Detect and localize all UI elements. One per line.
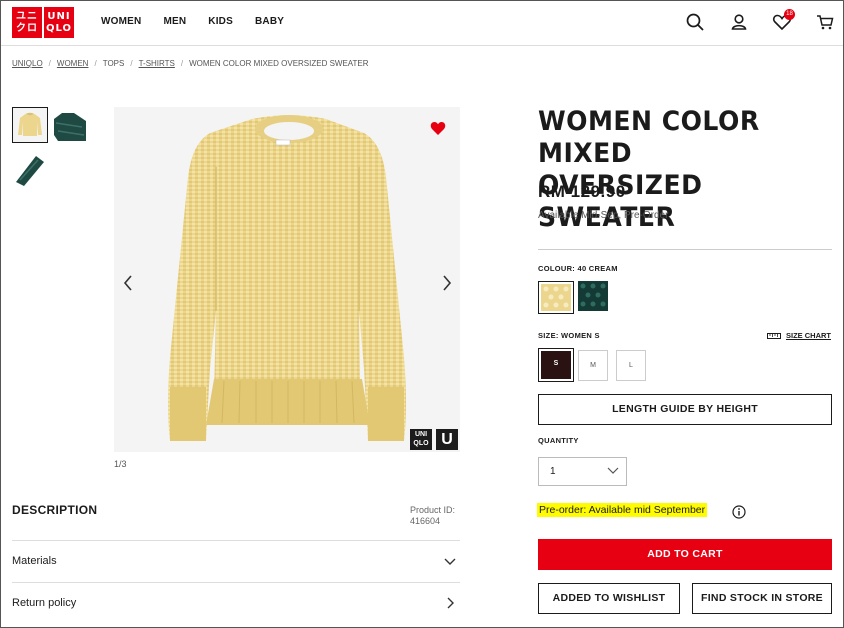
logo-text-2: クロ bbox=[16, 22, 38, 34]
chevron-right-icon[interactable] bbox=[444, 597, 456, 609]
user-icon[interactable] bbox=[729, 12, 749, 32]
breadcrumb: UNIQLO / WOMEN / TOPS / T-SHIRTS / WOMEN… bbox=[12, 59, 369, 68]
availability-text: Available Mid-Sep, Pre-Order bbox=[538, 210, 669, 221]
logo-katakana: ユニ クロ bbox=[12, 7, 42, 38]
breadcrumb-women[interactable]: WOMEN bbox=[57, 59, 89, 68]
product-id-label: Product ID: bbox=[410, 505, 456, 515]
thumbnail-1[interactable] bbox=[12, 107, 48, 143]
carousel-next-icon[interactable] bbox=[441, 274, 453, 292]
colour-label: COLOUR: 40 CREAM bbox=[538, 264, 618, 273]
cream-swatch-image bbox=[541, 284, 571, 311]
nav-men[interactable]: MEN bbox=[163, 16, 186, 27]
divider bbox=[12, 582, 460, 583]
description-title: DESCRIPTION bbox=[12, 503, 98, 517]
green-swatch-image bbox=[578, 281, 608, 311]
product-title-line-2: OVERSIZED SWEATER bbox=[538, 170, 703, 233]
nav-kids[interactable]: KIDS bbox=[208, 16, 233, 27]
wishlist-count-badge: 18 bbox=[784, 9, 795, 20]
quantity-label: QUANTITY bbox=[538, 436, 579, 445]
size-label: SIZE: WOMEN S bbox=[538, 331, 600, 340]
breadcrumb-tshirts[interactable]: T-SHIRTS bbox=[139, 59, 175, 68]
sweater-image bbox=[168, 115, 406, 441]
breadcrumb-uniqlo[interactable]: UNIQLO bbox=[12, 59, 43, 68]
uniqlo-u-logo-badge: UNI QLO bbox=[410, 429, 432, 450]
size-option-l[interactable]: L bbox=[616, 350, 646, 381]
ruler-icon bbox=[767, 332, 781, 339]
size-chart-link[interactable]: SIZE CHART bbox=[767, 331, 831, 340]
product-price: RM 129.90 bbox=[538, 182, 626, 201]
add-to-cart-button[interactable]: ADD TO CART bbox=[538, 539, 832, 570]
colour-swatch-green[interactable] bbox=[578, 281, 614, 314]
breadcrumb-tops: TOPS bbox=[102, 59, 125, 68]
nav-baby[interactable]: BABY bbox=[255, 16, 284, 27]
breadcrumb-separator: / bbox=[94, 59, 97, 68]
size-option-s[interactable]: S bbox=[538, 348, 574, 382]
main-nav: WOMEN MEN KIDS BABY bbox=[101, 16, 306, 27]
size-chart-label: SIZE CHART bbox=[786, 331, 831, 340]
size-option-label: S bbox=[541, 351, 571, 379]
thumbnail-3[interactable] bbox=[12, 152, 48, 188]
logo-text-3: UNI bbox=[47, 10, 71, 22]
breadcrumb-separator: / bbox=[130, 59, 133, 68]
sweater-thumbnail-image bbox=[13, 108, 47, 142]
logo-latin: UNI QLO bbox=[44, 7, 74, 38]
find-stock-button[interactable]: FIND STOCK IN STORE bbox=[692, 583, 832, 614]
u-brand-badge: U bbox=[436, 429, 458, 450]
logo-text-1: ユニ bbox=[16, 10, 38, 22]
accordion-materials[interactable]: Materials bbox=[12, 555, 57, 567]
logo-text-4: QLO bbox=[45, 22, 73, 34]
cart-icon[interactable] bbox=[815, 12, 835, 32]
sweater-sleeve-thumbnail-image bbox=[12, 152, 48, 188]
product-id-value: 416604 bbox=[410, 516, 441, 526]
badge-small-text: UNI QLO bbox=[413, 431, 429, 447]
length-guide-button[interactable]: LENGTH GUIDE BY HEIGHT bbox=[538, 394, 832, 425]
breadcrumb-separator: / bbox=[180, 59, 184, 68]
divider bbox=[538, 249, 832, 250]
breadcrumb-separator: / bbox=[48, 59, 51, 68]
sweater-green-thumbnail-image bbox=[52, 107, 88, 143]
carousel-prev-icon[interactable] bbox=[122, 274, 134, 292]
quantity-value: 1 bbox=[550, 466, 556, 477]
chevron-down-icon bbox=[607, 467, 619, 474]
divider bbox=[12, 540, 460, 541]
preorder-notice: Pre-order: Available mid September bbox=[537, 503, 708, 517]
accordion-return-policy[interactable]: Return policy bbox=[12, 597, 76, 609]
nav-women[interactable]: WOMEN bbox=[101, 16, 141, 27]
size-option-m[interactable]: M bbox=[578, 350, 608, 381]
search-icon[interactable] bbox=[685, 12, 705, 32]
product-main-image bbox=[114, 107, 460, 452]
image-counter: 1/3 bbox=[114, 459, 127, 469]
product-title-line-1: WOMEN COLOR MIXED bbox=[538, 106, 760, 169]
breadcrumb-current: WOMEN COLOR MIXED OVERSIZED SWEATER bbox=[189, 59, 369, 68]
chevron-down-icon[interactable] bbox=[444, 555, 456, 567]
colour-swatch-cream[interactable] bbox=[538, 281, 574, 314]
favorite-heart-icon[interactable] bbox=[430, 121, 446, 136]
wishlist-button[interactable]: ADDED TO WISHLIST bbox=[538, 583, 680, 614]
thumbnail-2[interactable] bbox=[52, 107, 88, 143]
info-icon[interactable] bbox=[732, 505, 746, 519]
uniqlo-logo[interactable]: ユニ クロ UNI QLO bbox=[12, 7, 74, 38]
